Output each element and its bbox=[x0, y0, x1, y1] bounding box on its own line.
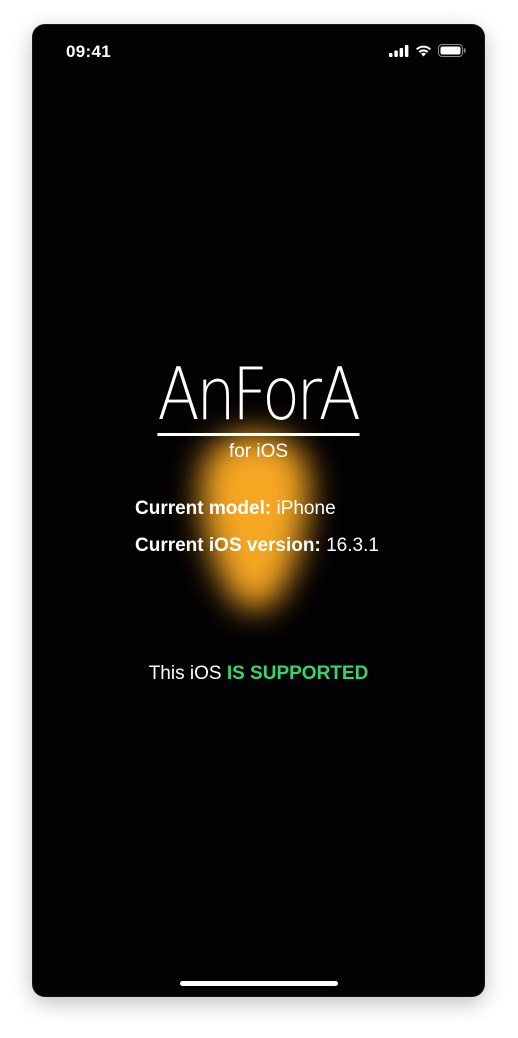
current-model-label: Current model: bbox=[135, 498, 272, 519]
ios-version-value: 16.3.1 bbox=[326, 535, 379, 556]
app-subtitle: for iOS bbox=[228, 441, 289, 462]
home-indicator[interactable] bbox=[180, 981, 338, 986]
support-status: This iOS IS SUPPORTED bbox=[33, 663, 484, 685]
current-model-value: iPhone bbox=[276, 498, 336, 519]
ios-version-label: Current iOS version: bbox=[135, 535, 321, 556]
battery-icon bbox=[438, 44, 466, 57]
status-bar: 09:41 bbox=[33, 25, 484, 81]
cellular-signal-icon bbox=[389, 44, 409, 57]
app-title-block: AnForA bbox=[33, 355, 484, 436]
status-icons bbox=[389, 44, 466, 57]
current-model-row: Current model: iPhone bbox=[135, 498, 336, 520]
phone-screen: 09:41 AnForA for iOS Current model: iPho… bbox=[33, 25, 484, 996]
status-time: 09:41 bbox=[66, 42, 111, 61]
support-prefix: This iOS bbox=[148, 663, 222, 684]
app-title: AnForA bbox=[157, 352, 361, 436]
support-status-value: IS SUPPORTED bbox=[226, 663, 369, 684]
ios-version-row: Current iOS version: 16.3.1 bbox=[135, 535, 379, 557]
wifi-icon bbox=[416, 45, 431, 57]
